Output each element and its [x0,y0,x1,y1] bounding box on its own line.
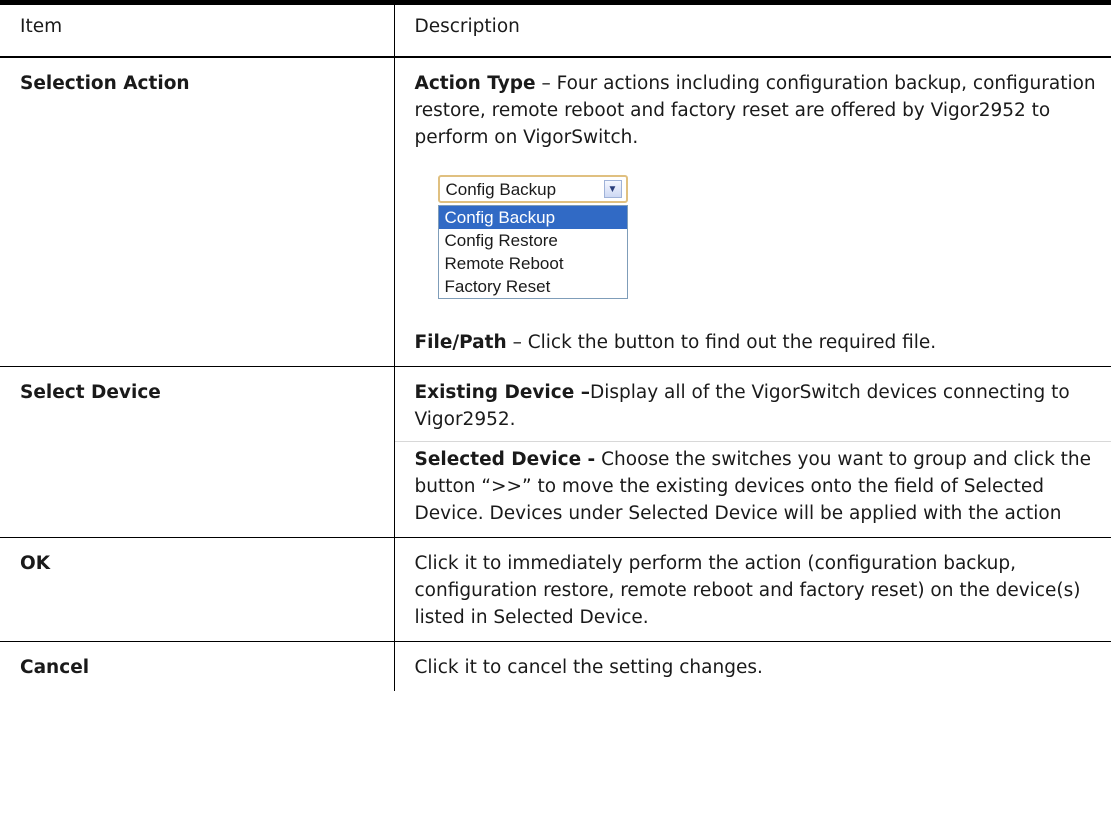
dropdown-option[interactable]: Config Backup [438,206,627,229]
table-row: Cancel Click it to cancel the setting ch… [0,641,1111,691]
row-item-cancel: Cancel [0,641,395,691]
selected-device-label: Selected Device - [414,449,596,470]
file-path-paragraph: File/Path – Click the button to find out… [415,329,1111,356]
row-description: Action Type – Four actions including con… [394,57,1111,367]
action-type-select[interactable]: Config Backup ▼ [437,175,628,203]
table-row: Select Device Existing Device –Display a… [0,366,1111,538]
table-row: Selection Action Action Type – Four acti… [0,57,1111,367]
action-type-label: Action Type [414,73,536,94]
row-description: Click it to cancel the setting changes. [414,657,763,678]
row-description: Click it to immediately perform the acti… [414,553,1081,628]
dropdown-option[interactable]: Remote Reboot [439,252,627,275]
description-table: Item Description Selection Action Action… [0,0,1111,691]
row-item-select-device: Select Device [0,366,395,538]
header-item: Item [0,2,395,57]
dropdown-option[interactable]: Config Restore [439,229,627,252]
row-item-selection-action: Selection Action [0,57,395,367]
selected-device-paragraph: Selected Device - Choose the switches yo… [394,441,1111,527]
action-type-dropdown-screenshot: Config Backup ▼ Config Backup Config Res… [437,175,638,299]
dropdown-option[interactable]: Factory Reset [439,275,627,298]
table-header-row: Item Description [0,2,1111,57]
existing-device-label: Existing Device – [414,382,590,403]
header-description: Description [414,16,520,37]
dropdown-options-list: Config Backup Config Restore Remote Rebo… [437,205,628,299]
row-item-ok: OK [0,537,395,642]
file-path-text: – Click the button to find out the requi… [506,332,937,353]
existing-device-paragraph: Existing Device –Display all of the Vigo… [415,379,1111,433]
table-row: OK Click it to immediately perform the a… [0,537,1111,642]
action-type-paragraph: Action Type – Four actions including con… [415,70,1111,151]
file-path-label: File/Path [414,332,507,353]
chevron-down-icon[interactable]: ▼ [603,180,622,198]
row-description: Existing Device –Display all of the Vigo… [394,367,1111,538]
select-value: Config Backup [445,179,557,199]
